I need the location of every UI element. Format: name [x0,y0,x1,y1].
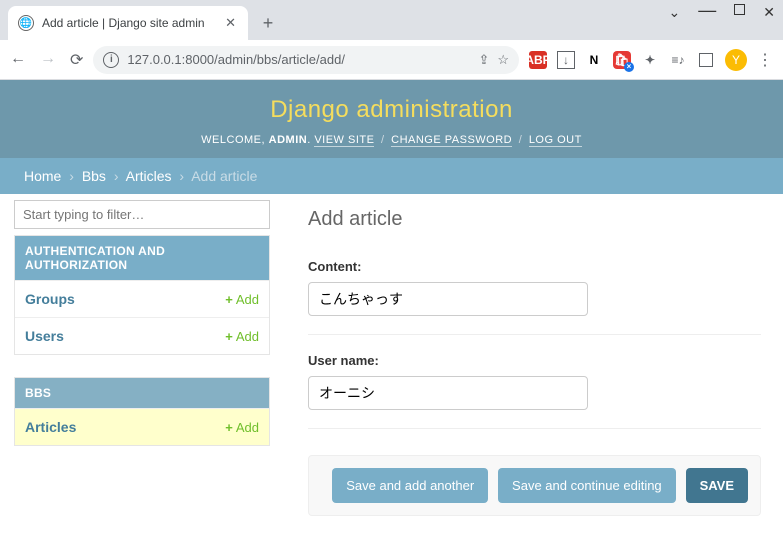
close-window-icon[interactable]: ✕ [763,4,775,25]
save-continue-button[interactable]: Save and continue editing [498,468,676,503]
field-content: Content: [308,259,761,335]
add-group-link[interactable]: +Add [225,292,259,307]
window-controls: ⌄ — ✕ [669,4,775,25]
maximize-icon[interactable] [734,4,745,15]
save-add-another-button[interactable]: Save and add another [332,468,488,503]
forward-icon: → [40,50,56,70]
auth-caption[interactable]: AUTHENTICATION AND AUTHORIZATION [15,236,269,280]
view-site-link[interactable]: VIEW SITE [314,134,374,147]
share-icon[interactable]: ⇪ [478,52,489,68]
n-extension-icon[interactable]: N [585,51,603,69]
breadcrumb-app[interactable]: Bbs [82,168,106,184]
plus-icon: + [225,329,233,344]
content-label: Content: [308,259,761,274]
model-row-users: Users +Add [15,317,269,354]
model-row-articles: Articles +Add [15,408,269,445]
url-text: 127.0.0.1:8000/admin/bbs/article/add/ [127,52,345,67]
back-icon[interactable]: ← [10,50,26,70]
breadcrumb-model[interactable]: Articles [126,168,172,184]
save-button[interactable]: SAVE [686,468,748,503]
username: ADMIN [269,134,308,146]
django-header: Django administration WELCOME, ADMIN. VI… [0,80,783,158]
profile-avatar[interactable]: Y [725,49,747,71]
playlist-icon[interactable]: ≡♪ [669,51,687,69]
content-input[interactable] [308,282,588,316]
browser-tab[interactable]: 🌐 Add article | Django site admin ✕ [8,6,248,40]
welcome-text: WELCOME, [201,134,265,146]
groups-link[interactable]: Groups [25,291,75,307]
username-label: User name: [308,353,761,368]
tab-title: Add article | Django site admin [42,16,215,30]
breadcrumb: Home › Bbs › Articles › Add article [0,158,783,194]
bbs-caption[interactable]: BBS [15,378,269,408]
sidebar: AUTHENTICATION AND AUTHORIZATION Groups … [0,194,280,536]
new-tab-button[interactable]: + [254,9,282,37]
submit-row: Save and add another Save and continue e… [308,455,761,516]
username-input[interactable] [308,376,588,410]
articles-link[interactable]: Articles [25,419,76,435]
logout-link[interactable]: LOG OUT [529,134,582,147]
close-tab-icon[interactable]: ✕ [223,15,238,31]
address-bar: ← → ⟳ i 127.0.0.1:8000/admin/bbs/article… [0,40,783,80]
plus-icon: + [225,420,233,435]
red-extension-icon[interactable]: 🛍 [613,51,631,69]
sidepanel-icon[interactable] [697,51,715,69]
main-content: Add article Content: User name: Save and… [280,194,783,536]
download-extension-icon[interactable]: ↓ [557,51,575,69]
plus-icon: + [225,292,233,307]
globe-icon: 🌐 [18,15,34,31]
app-bbs-section: BBS Articles +Add [14,377,270,446]
filter-input[interactable] [14,200,270,229]
breadcrumb-home[interactable]: Home [24,168,61,184]
extensions-icon[interactable]: ✦ [641,51,659,69]
minimize-icon[interactable]: — [698,0,716,21]
add-user-link[interactable]: +Add [225,329,259,344]
menu-icon[interactable]: ⋮ [757,50,773,70]
page-title: Add article [308,208,761,231]
breadcrumb-current: Add article [191,168,257,184]
model-row-groups: Groups +Add [15,280,269,317]
caret-down-icon[interactable]: ⌄ [669,4,681,25]
user-links: WELCOME, ADMIN. VIEW SITE / CHANGE PASSW… [0,134,783,146]
field-username: User name: [308,353,761,429]
add-article-link[interactable]: +Add [225,420,259,435]
reload-icon[interactable]: ⟳ [70,50,83,70]
browser-tab-strip: 🌐 Add article | Django site admin ✕ + ⌄ … [0,0,783,40]
site-info-icon[interactable]: i [103,52,119,68]
star-icon[interactable]: ☆ [497,52,509,68]
url-input[interactable]: i 127.0.0.1:8000/admin/bbs/article/add/ … [93,46,519,74]
change-password-link[interactable]: CHANGE PASSWORD [391,134,512,147]
users-link[interactable]: Users [25,328,64,344]
app-auth-section: AUTHENTICATION AND AUTHORIZATION Groups … [14,235,270,355]
site-title: Django administration [0,96,783,124]
abp-extension-icon[interactable]: ABP [529,51,547,69]
